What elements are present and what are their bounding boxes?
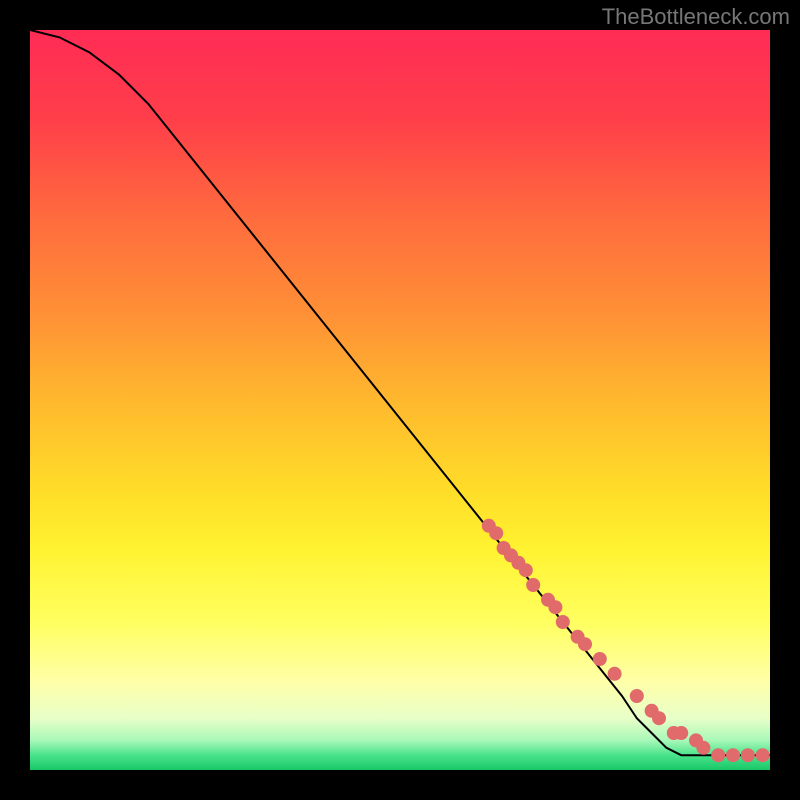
data-point <box>489 526 503 540</box>
data-point <box>593 652 607 666</box>
chart-area <box>30 30 770 770</box>
data-point <box>711 748 725 762</box>
data-point <box>526 578 540 592</box>
data-point <box>756 748 770 762</box>
watermark-text: TheBottleneck.com <box>602 4 790 30</box>
data-point <box>578 637 592 651</box>
data-point <box>519 563 533 577</box>
data-point <box>741 748 755 762</box>
data-point <box>548 600 562 614</box>
data-point <box>696 741 710 755</box>
chart-svg <box>30 30 770 770</box>
data-point <box>608 667 622 681</box>
data-point <box>674 726 688 740</box>
data-point <box>630 689 644 703</box>
data-point <box>726 748 740 762</box>
data-point <box>652 711 666 725</box>
plot-background <box>30 30 770 770</box>
data-point <box>556 615 570 629</box>
